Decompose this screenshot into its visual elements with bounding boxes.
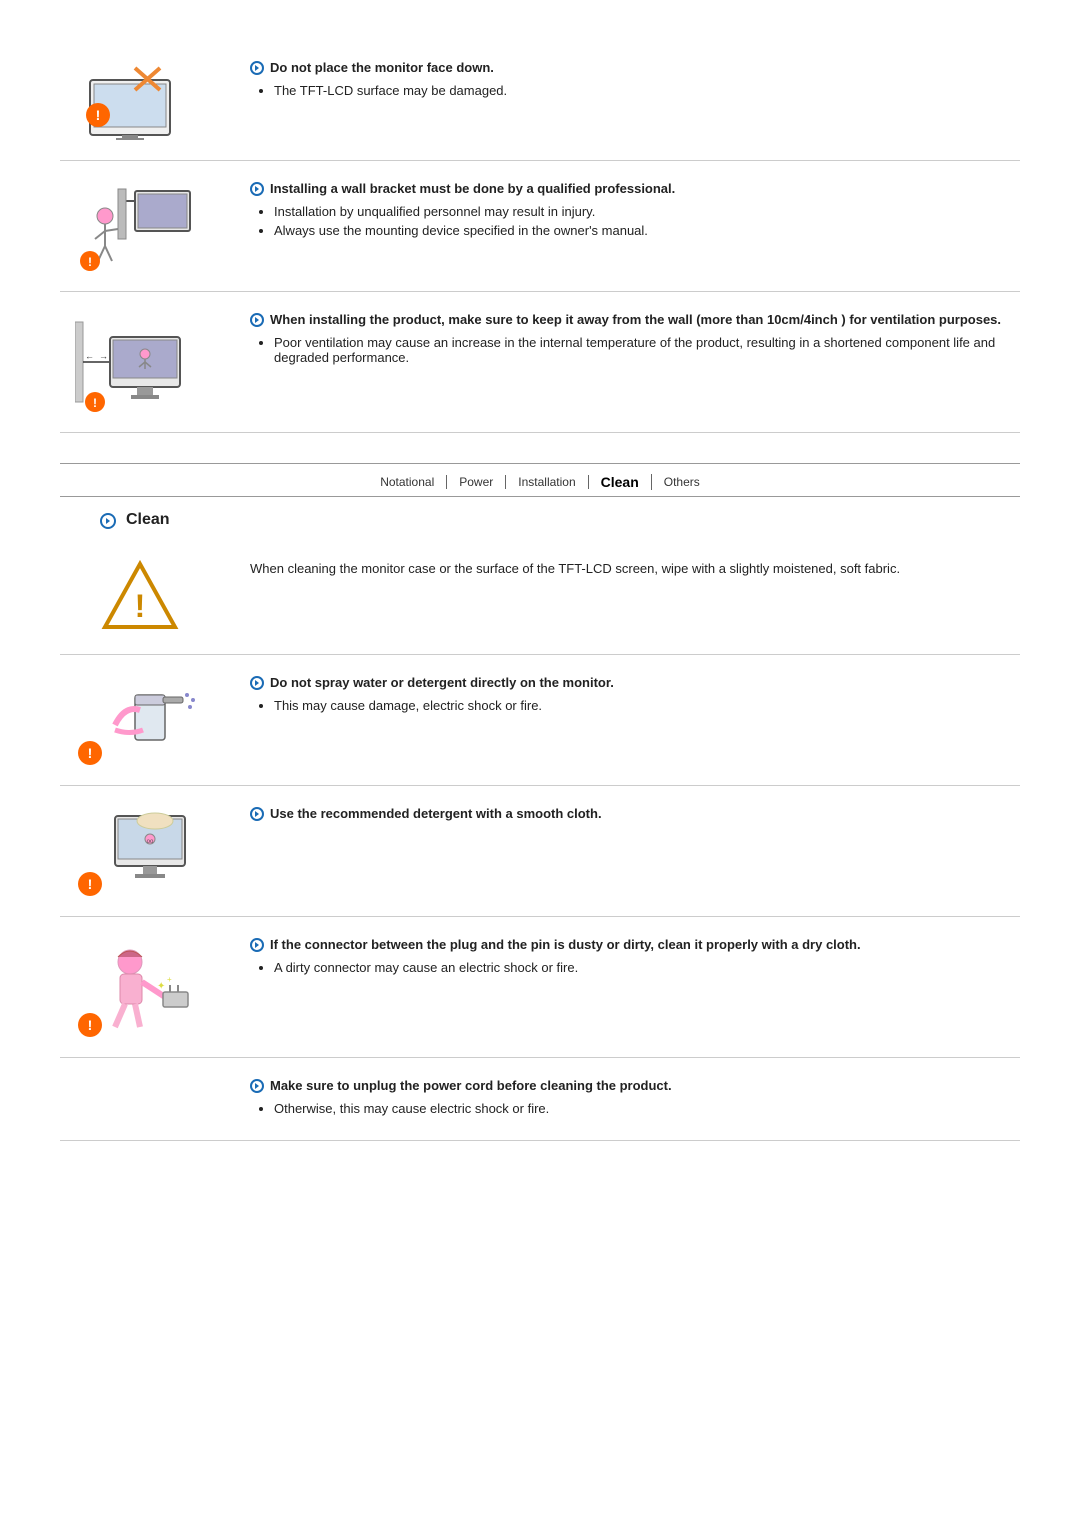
connector-bullets: A dirty connector may cause an electric … bbox=[274, 960, 1020, 975]
no-spray-content: Do not spray water or detergent directly… bbox=[250, 675, 1020, 717]
wall-bracket-bullets: Installation by unqualified personnel ma… bbox=[274, 204, 1020, 238]
ventilation-bullets: Poor ventilation may cause an increase i… bbox=[274, 335, 1020, 365]
wall-bracket-content: Installing a wall bracket must be done b… bbox=[250, 181, 1020, 242]
svg-text:!: ! bbox=[135, 588, 146, 624]
connector-heading: If the connector between the plug and th… bbox=[250, 937, 1020, 952]
clean-circle-arrow-icon bbox=[100, 513, 116, 529]
face-down-bullets: The TFT-LCD surface may be damaged. bbox=[274, 83, 1020, 98]
unplug-bullets: Otherwise, this may cause electric shock… bbox=[274, 1101, 1020, 1116]
clean-title: Clean bbox=[100, 511, 1020, 529]
face-down-heading: Do not place the monitor face down. bbox=[250, 60, 1020, 75]
svg-text:!: ! bbox=[93, 396, 97, 410]
no-spray-section: ! Do not spray water or detergent direct… bbox=[60, 655, 1020, 786]
bullet-item: Poor ventilation may cause an increase i… bbox=[274, 335, 1020, 365]
clean-caution-text: When cleaning the monitor case or the su… bbox=[250, 559, 1020, 579]
nav-notational[interactable]: Notational bbox=[368, 475, 447, 489]
circle-arrow-icon bbox=[250, 61, 264, 75]
detergent-content: Use the recommended detergent with a smo… bbox=[250, 806, 1020, 829]
bullet-item: Installation by unqualified personnel ma… bbox=[274, 204, 1020, 219]
detergent-section: oo ! Use the recommended detergent with … bbox=[60, 786, 1020, 917]
nav-power[interactable]: Power bbox=[447, 475, 506, 489]
wall-bracket-section: ! Installing a wall bracket must be done… bbox=[60, 161, 1020, 292]
bullet-item: Always use the mounting device specified… bbox=[274, 223, 1020, 238]
connector-image: ✦ + ! bbox=[60, 937, 220, 1037]
circle-arrow-icon bbox=[250, 1079, 264, 1093]
no-spray-heading: Do not spray water or detergent directly… bbox=[250, 675, 1020, 690]
svg-text:+: + bbox=[167, 975, 172, 984]
svg-text:✦: ✦ bbox=[157, 981, 165, 992]
wall-bracket-image: ! bbox=[60, 181, 220, 271]
nav-others[interactable]: Others bbox=[652, 475, 712, 489]
bullet-item: A dirty connector may cause an electric … bbox=[274, 960, 1020, 975]
face-down-image: ! bbox=[60, 60, 220, 140]
face-down-content: Do not place the monitor face down. The … bbox=[250, 60, 1020, 102]
svg-text:!: ! bbox=[96, 107, 101, 123]
nav-installation[interactable]: Installation bbox=[506, 475, 588, 489]
connector-section: ✦ + ! If the connector between the plug … bbox=[60, 917, 1020, 1058]
ventilation-heading: When installing the product, make sure t… bbox=[250, 312, 1020, 327]
circle-arrow-icon bbox=[250, 182, 264, 196]
bullet-item: This may cause damage, electric shock or… bbox=[274, 698, 1020, 713]
bullet-item: The TFT-LCD surface may be damaged. bbox=[274, 83, 1020, 98]
ventilation-image: ← → ! bbox=[60, 312, 220, 412]
circle-arrow-icon bbox=[250, 938, 264, 952]
svg-text:!: ! bbox=[88, 255, 92, 269]
nav-clean[interactable]: Clean bbox=[589, 474, 652, 490]
unplug-heading: Make sure to unplug the power cord befor… bbox=[250, 1078, 1020, 1093]
svg-text:oo: oo bbox=[147, 839, 154, 845]
wall-bracket-heading: Installing a wall bracket must be done b… bbox=[250, 181, 1020, 196]
face-down-section: ! Do not place the monitor face down. Th… bbox=[60, 40, 1020, 161]
navigation-bar: Notational Power Installation Clean Othe… bbox=[60, 463, 1020, 497]
svg-text:!: ! bbox=[88, 745, 93, 761]
svg-text:!: ! bbox=[88, 1017, 93, 1033]
no-spray-image: ! bbox=[60, 675, 220, 765]
bullet-item: Otherwise, this may cause electric shock… bbox=[274, 1101, 1020, 1116]
no-spray-bullets: This may cause damage, electric shock or… bbox=[274, 698, 1020, 713]
ventilation-content: When installing the product, make sure t… bbox=[250, 312, 1020, 369]
svg-text:←: ← bbox=[85, 351, 94, 361]
warning-triangle-image: ! bbox=[60, 559, 220, 634]
circle-arrow-icon bbox=[250, 807, 264, 821]
detergent-image: oo ! bbox=[60, 806, 220, 896]
svg-text:!: ! bbox=[88, 876, 93, 892]
circle-arrow-icon bbox=[250, 676, 264, 690]
unplug-section: Make sure to unplug the power cord befor… bbox=[60, 1058, 1020, 1141]
detergent-heading: Use the recommended detergent with a smo… bbox=[250, 806, 1020, 821]
ventilation-section: ← → ! When installing the product, make … bbox=[60, 292, 1020, 433]
clean-caution-content: When cleaning the monitor case or the su… bbox=[250, 559, 1020, 579]
clean-caution-row: ! When cleaning the monitor case or the … bbox=[60, 539, 1020, 655]
svg-text:→: → bbox=[99, 351, 108, 361]
unplug-content: Make sure to unplug the power cord befor… bbox=[250, 1078, 1020, 1120]
circle-arrow-icon bbox=[250, 313, 264, 327]
connector-content: If the connector between the plug and th… bbox=[250, 937, 1020, 979]
